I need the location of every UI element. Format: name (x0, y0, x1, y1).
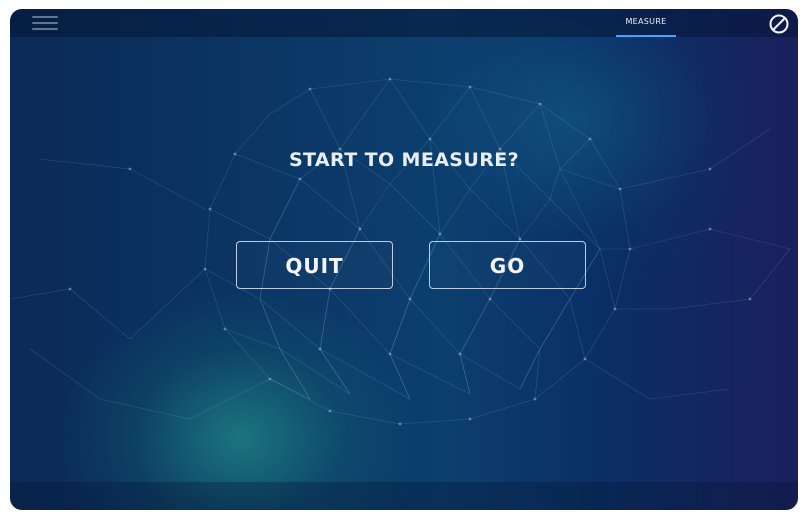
tab-measure[interactable]: MEASURE (612, 9, 680, 37)
hamburger-menu-icon[interactable] (32, 14, 60, 32)
tab-measure-label: MEASURE (625, 17, 667, 26)
top-bar: MEASURE (10, 9, 798, 37)
bottom-bar (10, 482, 798, 510)
prohibited-circle-icon[interactable] (768, 13, 790, 35)
go-button[interactable]: GO (429, 241, 586, 289)
network-background (10, 77, 791, 426)
quit-button[interactable]: QUIT (236, 241, 393, 289)
measure-prompt: START TO MEASURE? (288, 149, 520, 171)
tab-active-indicator (616, 35, 676, 37)
app-screen: MEASURE START TO MEASURE? QUIT GO (10, 9, 798, 510)
